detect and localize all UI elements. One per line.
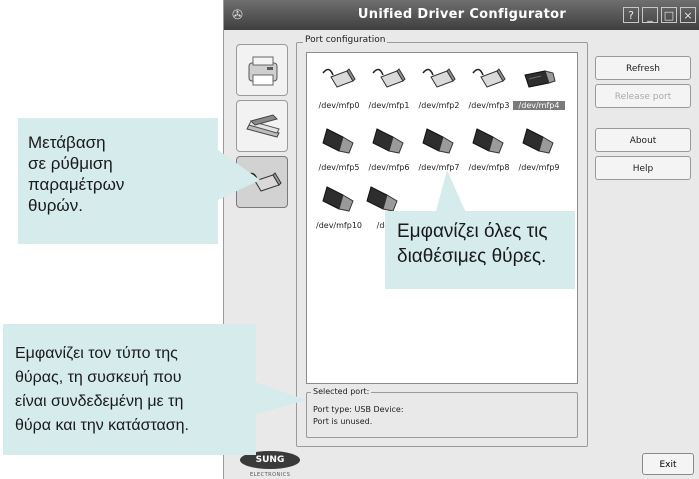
- printer-icon: [248, 56, 278, 86]
- selected-port-panel: Selected port: Port type: USB Device: Po…: [306, 387, 578, 438]
- ports-nav-pointer: [218, 150, 260, 200]
- port-item[interactable]: /dev/mfp0: [313, 61, 363, 129]
- scanner-icon: [246, 114, 280, 138]
- port-label: /dev/mfp5: [318, 163, 360, 172]
- sidebar-item-scanners[interactable]: [236, 100, 288, 152]
- port-item[interactable]: /dev/mfp10: [313, 181, 363, 249]
- usb-port-icon: [422, 128, 454, 154]
- usb-port-icon: [472, 128, 504, 154]
- parallel-port-icon: [372, 68, 406, 88]
- callout-line: είναι συνδεδεμένη με τη: [15, 393, 184, 410]
- sidebar-item-printers[interactable]: [236, 44, 288, 96]
- usb-port-icon: [524, 70, 556, 88]
- port-item-selected[interactable]: /dev/mfp4: [513, 61, 565, 129]
- minimize-button[interactable]: _: [642, 7, 658, 23]
- selected-port-title: Selected port:: [311, 387, 372, 396]
- callout-line: θυρών.: [28, 196, 83, 215]
- group-title: Port configuration: [303, 35, 388, 45]
- callout-line: παραμέτρων: [28, 175, 125, 194]
- help-window-button[interactable]: ?: [623, 7, 639, 23]
- parallel-port-icon: [472, 68, 506, 88]
- callout-line: θύρας, τη συσκευή που: [15, 369, 182, 386]
- port-label: /dev/mfp4: [513, 101, 565, 110]
- port-label: /dev/mfp1: [368, 101, 410, 110]
- help-button[interactable]: Help: [595, 156, 691, 180]
- usb-port-icon: [522, 128, 554, 154]
- callout-text: Μετάβαση σε ρύθμιση παραμέτρων θυρών.: [28, 132, 124, 216]
- port-label: /dev/mfp2: [418, 101, 460, 110]
- parallel-port-icon: [322, 68, 356, 88]
- usb-port-icon: [372, 128, 404, 154]
- port-item[interactable]: /dev/mfp2: [413, 61, 463, 129]
- port-item[interactable]: /dev/mfp1: [363, 61, 413, 129]
- port-label: /dev/mfp0: [318, 101, 360, 110]
- port-item[interactable]: /dev/mfp9: [513, 123, 563, 191]
- callout-line: Εμφανίζει όλες τις: [397, 221, 548, 242]
- port-status-text: Port is unused.: [313, 417, 373, 426]
- port-type-text: Port type: USB Device:: [313, 405, 404, 414]
- close-button[interactable]: ×: [680, 7, 696, 23]
- port-label: /dev/mfp9: [518, 163, 560, 172]
- port-item[interactable]: /dev/mfp3: [463, 61, 513, 129]
- ports-nav-callout: Μετάβαση σε ρύθμιση παραμέτρων θυρών.: [18, 118, 218, 244]
- callout-line: θύρα και την κατάσταση.: [15, 417, 189, 434]
- about-button[interactable]: About: [595, 128, 691, 152]
- callout-line: Μετάβαση: [28, 133, 106, 152]
- callout-text: Εμφανίζει όλες τις διαθέσιμες θύρες.: [397, 219, 548, 269]
- callout-line: Εμφανίζει τον τύπο της: [15, 345, 178, 362]
- callout-text: Εμφανίζει τον τύπο της θύρας, τη συσκευή…: [15, 342, 189, 438]
- usb-port-icon: [322, 186, 354, 212]
- exit-button[interactable]: Exit: [642, 453, 694, 475]
- callout-line: διαθέσιμες θύρες.: [397, 246, 547, 267]
- callout-line: σε ρύθμιση: [28, 154, 113, 173]
- logo-subtext: ELECTRONICS: [250, 472, 291, 478]
- port-label: /dev/mfp6: [368, 163, 410, 172]
- port-info-pointer: [250, 380, 306, 416]
- all-ports-pointer: [435, 170, 467, 215]
- all-ports-callout: Εμφανίζει όλες τις διαθέσιμες θύρες.: [385, 211, 575, 289]
- port-info-callout: Εμφανίζει τον τύπο της θύρας, τη συσκευή…: [3, 324, 256, 455]
- parallel-port-icon: [422, 68, 456, 88]
- maximize-button[interactable]: □: [661, 7, 677, 23]
- usb-port-icon: [322, 128, 354, 154]
- refresh-button[interactable]: Refresh: [595, 56, 691, 80]
- release-port-button[interactable]: Release port: [595, 84, 691, 108]
- port-label: /dev/mfp3: [468, 101, 510, 110]
- title-bar[interactable]: ✇ Unified Driver Configurator ? _ □ ×: [224, 0, 699, 30]
